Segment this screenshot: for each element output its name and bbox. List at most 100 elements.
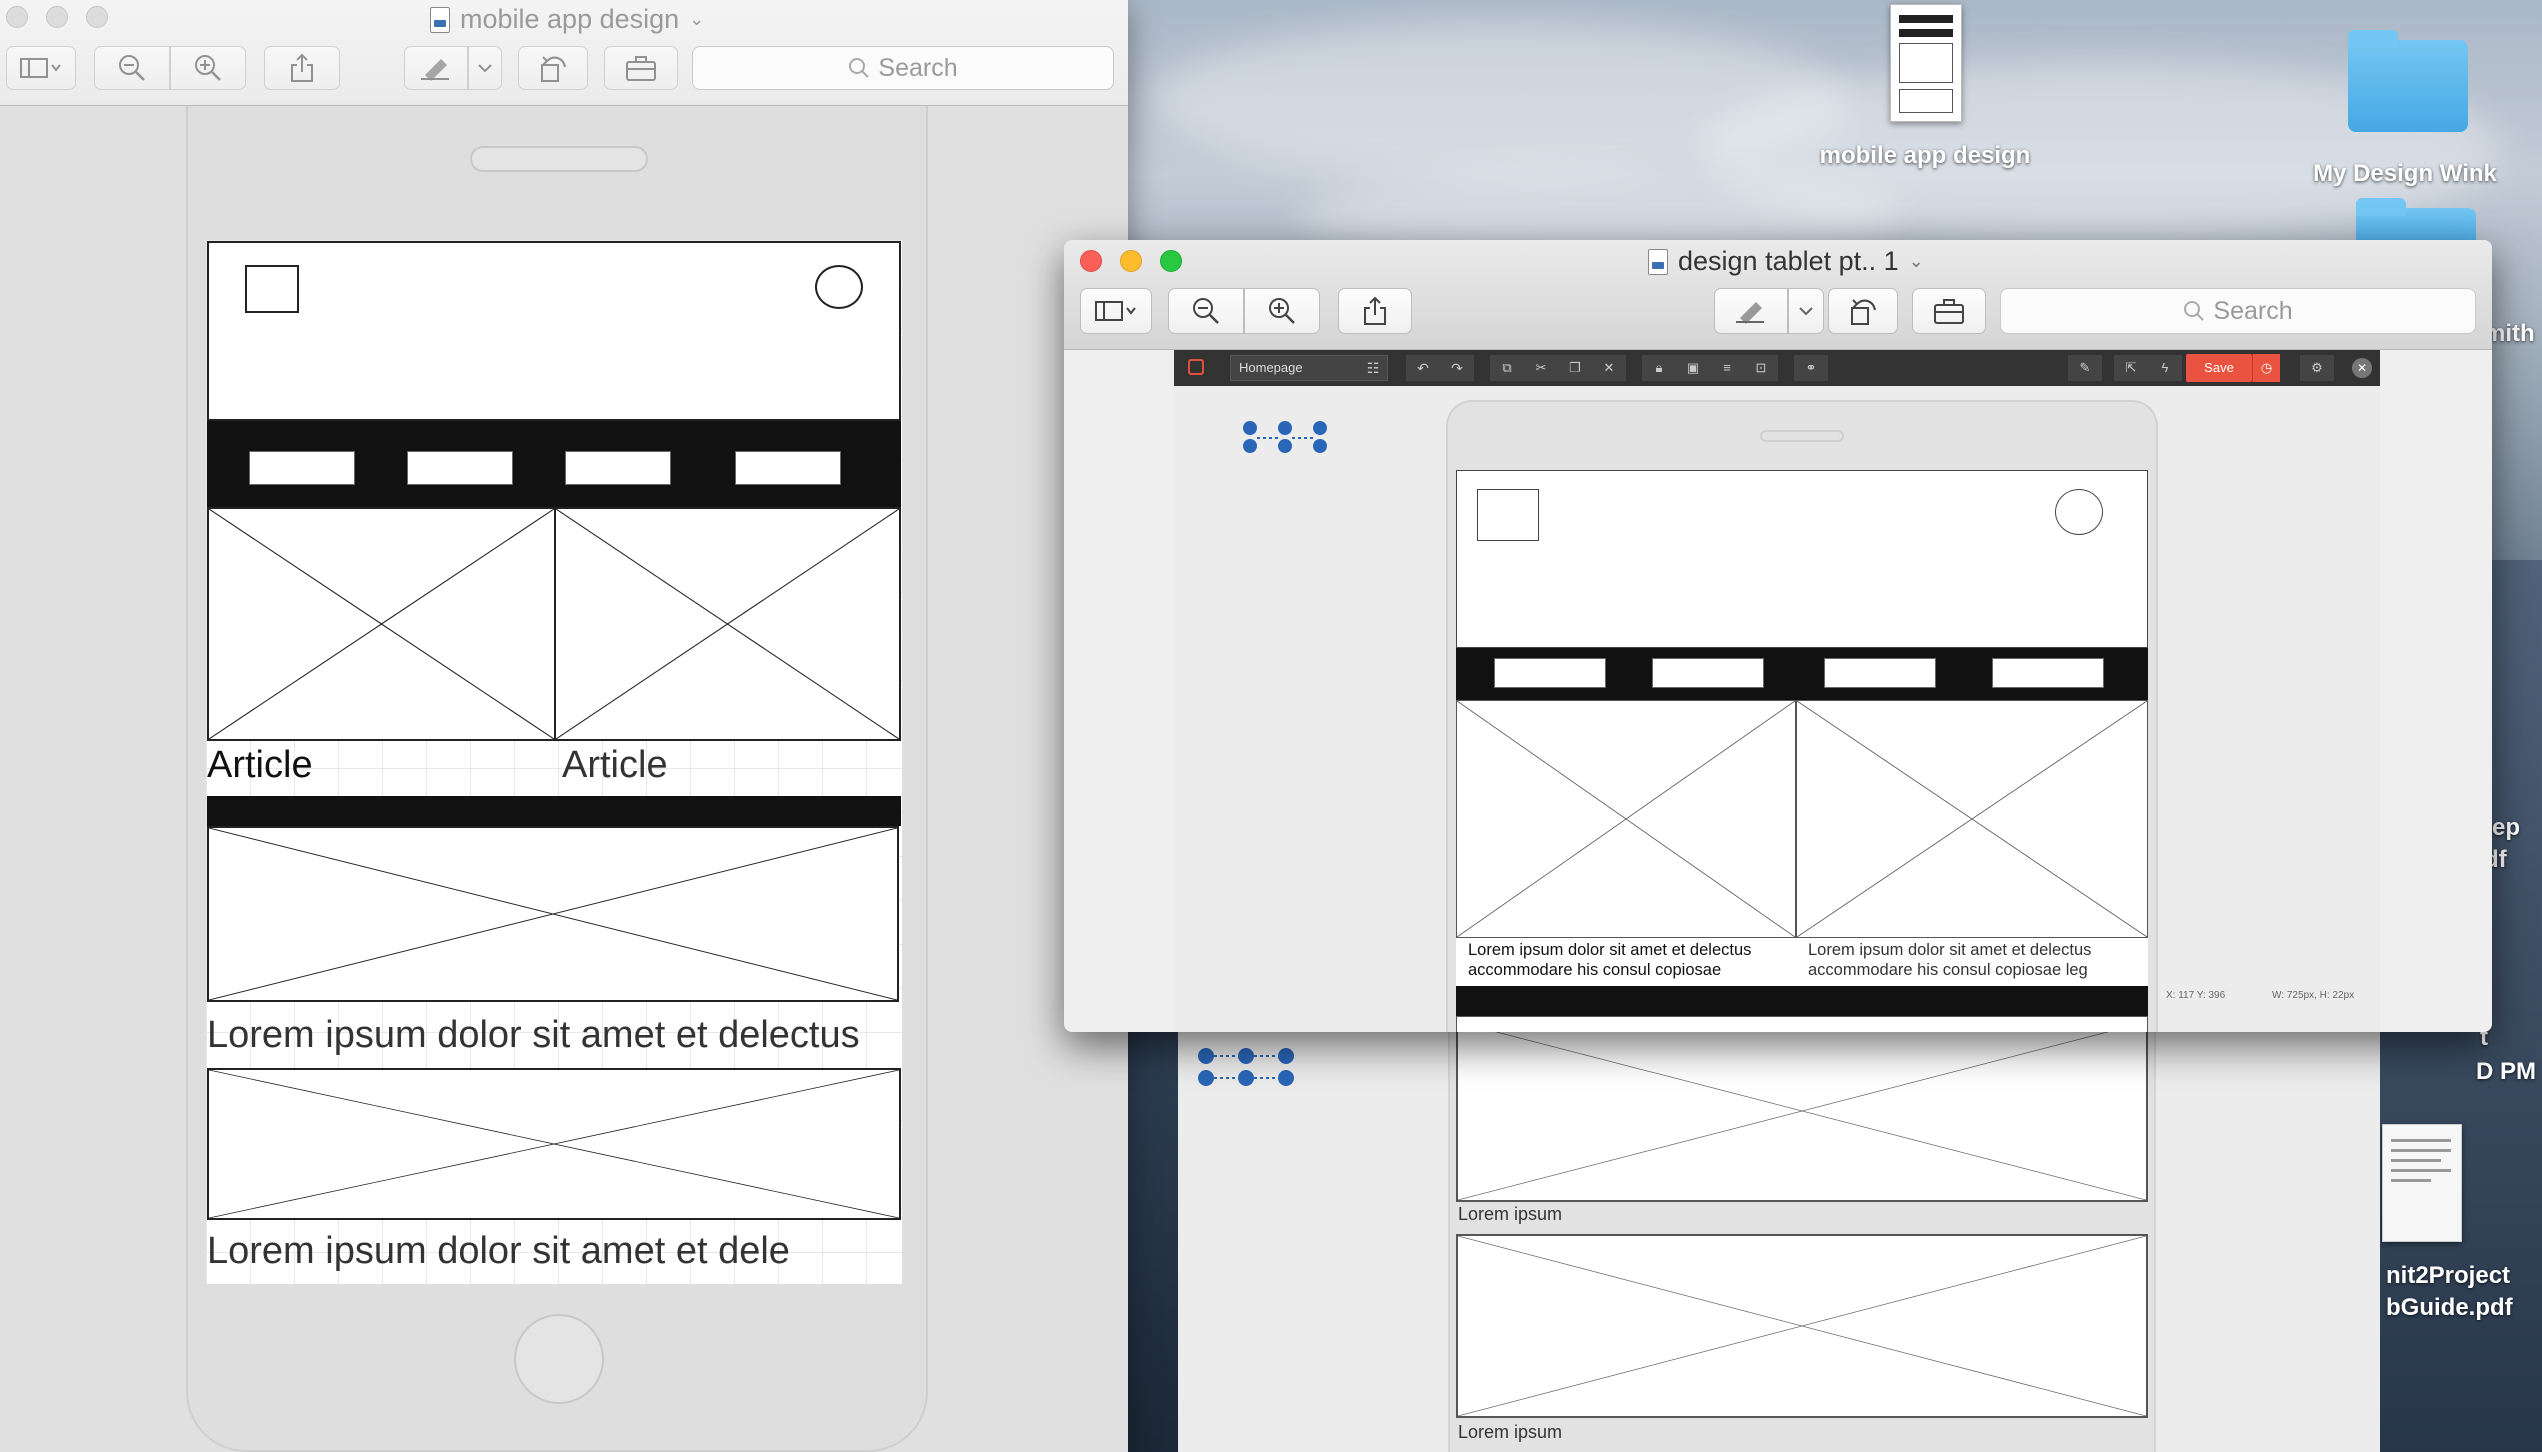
page-selector-label: Homepage	[1239, 360, 1303, 375]
desktop-icon-label[interactable]: df	[2484, 846, 2542, 874]
cut-icon[interactable]: ✂	[1524, 355, 1558, 381]
desktop-icon-label[interactable]: bGuide.pdf	[2386, 1294, 2542, 1322]
coordinates-readout: X: 117 Y: 396	[2166, 990, 2226, 1001]
rotate-icon	[541, 56, 566, 82]
image-placeholder	[207, 1068, 901, 1220]
save-button-label: Save	[2204, 360, 2234, 375]
minimize-button[interactable]	[46, 6, 68, 28]
delete-icon[interactable]: ✕	[1592, 355, 1626, 381]
align-icon[interactable]: ≡	[1710, 355, 1744, 381]
toolbox-button[interactable]	[604, 46, 678, 90]
link-icon[interactable]: ⚭	[1794, 355, 1828, 381]
sitemap-icon[interactable]: ☷	[1360, 355, 1386, 381]
file-thumbnail-icon[interactable]	[1890, 4, 1962, 122]
image-placeholder	[1456, 1234, 2148, 1418]
sidebar-toggle-button[interactable]	[6, 46, 76, 90]
redo-icon[interactable]: ↷	[1440, 355, 1474, 381]
window-title-text: design tablet pt.. 1	[1678, 246, 1899, 276]
document-icon	[1648, 248, 1668, 275]
share-button[interactable]	[264, 46, 340, 90]
zoom-out-button[interactable]	[1168, 288, 1244, 334]
divider-bar	[1456, 986, 2148, 1016]
sidebar-toggle-button[interactable]	[1080, 288, 1152, 334]
desktop-icon-label[interactable]: My Design Wink	[2290, 160, 2520, 188]
zoom-in-button[interactable]	[170, 46, 246, 90]
image-placeholder	[1456, 1016, 2148, 1032]
nav-button[interactable]	[1652, 658, 1764, 688]
tablet-camera	[1760, 430, 1844, 442]
comment-icon[interactable]: ✎	[2068, 355, 2102, 381]
search-placeholder: Search	[2213, 296, 2293, 325]
desktop-icon-label[interactable]: mith	[2484, 320, 2542, 348]
zoom-in-button[interactable]	[1244, 288, 1320, 334]
zoom-button[interactable]	[86, 6, 108, 28]
chevron-down-icon[interactable]: ⌄	[689, 9, 704, 30]
settings-icon[interactable]: ⚙	[2300, 355, 2334, 381]
desktop-icon-label[interactable]: tep	[2484, 814, 2542, 842]
duplicate-icon[interactable]: ⧉	[1490, 355, 1524, 381]
close-button[interactable]	[1080, 250, 1102, 272]
zoom-out-button[interactable]	[94, 46, 170, 90]
chevron-down-icon[interactable]: ⌄	[1909, 251, 1924, 272]
image-placeholder	[207, 507, 556, 741]
preview-window-tablet[interactable]: design tablet pt.. 1 ⌄ Search Homepage ☷…	[1064, 240, 2492, 1032]
close-icon[interactable]: ✕	[2352, 358, 2372, 378]
chevron-down-icon	[1799, 307, 1813, 316]
rotate-button[interactable]	[1828, 288, 1898, 334]
sitemap-icon[interactable]	[1196, 1046, 1296, 1090]
markup-menu-button[interactable]	[1788, 288, 1824, 334]
desktop-icon-label[interactable]: D PM	[2476, 1058, 2542, 1086]
markup-button[interactable]	[404, 46, 468, 90]
folder-icon[interactable]	[2348, 30, 2468, 132]
preview-window-mobile[interactable]: mobile app design ⌄ Search Article Artic…	[0, 0, 1128, 1452]
minimize-button[interactable]	[1120, 250, 1142, 272]
zoom-in-icon	[195, 55, 221, 81]
lock-icon[interactable]: 🔒︎	[1642, 355, 1676, 381]
search-field[interactable]: Search	[692, 46, 1114, 90]
nav-button[interactable]	[565, 451, 671, 485]
window-titlebar[interactable]: mobile app design ⌄ Search	[0, 0, 1128, 106]
window-titlebar[interactable]: design tablet pt.. 1 ⌄ Search	[1064, 240, 2492, 350]
lightning-icon[interactable]: ϟ	[2148, 355, 2182, 381]
pdf-thumbnail-icon[interactable]	[2382, 1124, 2462, 1242]
close-button[interactable]	[6, 6, 28, 28]
share-button[interactable]	[1338, 288, 1412, 334]
markup-button[interactable]	[1714, 288, 1788, 334]
sitemap-icon[interactable]	[1240, 420, 1330, 460]
search-field[interactable]: Search	[2000, 288, 2476, 334]
divider-bar	[207, 796, 901, 826]
rotate-icon	[1851, 299, 1876, 325]
nav-button[interactable]	[1824, 658, 1936, 688]
nav-button[interactable]	[1992, 658, 2104, 688]
document-page: Homepage ☷ ↶ ↷ ⧉ ✂ ❐ ✕ 🔒︎ ▣ ≡ ⊡ ⚭ ✎ ⇱ ϟ …	[1174, 350, 2380, 1032]
nav-button[interactable]	[735, 451, 841, 485]
clock-icon[interactable]: ◷	[2252, 354, 2280, 382]
profile-placeholder	[2055, 489, 2103, 535]
window-title-text: mobile app design	[460, 4, 680, 34]
nav-button[interactable]	[249, 451, 355, 485]
group-icon[interactable]: ⊡	[1744, 355, 1778, 381]
toolbox-button[interactable]	[1912, 288, 1986, 334]
nav-button[interactable]	[407, 451, 513, 485]
desktop-icon-label[interactable]: nit2Project	[2386, 1262, 2542, 1290]
zoom-button[interactable]	[1160, 250, 1182, 272]
external-link-icon[interactable]: ⇱	[2114, 355, 2148, 381]
save-button[interactable]: Save	[2186, 354, 2252, 382]
undo-icon[interactable]: ↶	[1406, 355, 1440, 381]
markup-menu-button[interactable]	[468, 46, 502, 90]
layer-icon[interactable]: ▣	[1676, 355, 1710, 381]
background-document-page: Lorem ipsum Lorem ipsum	[1178, 1020, 2380, 1452]
nav-button[interactable]	[1494, 658, 1606, 688]
app-logo-icon[interactable]	[1188, 359, 1204, 375]
search-placeholder: Search	[878, 53, 958, 82]
lorem-text: Lorem ipsum dolor sit amet et delectus	[207, 1014, 860, 1056]
lorem-text: Lorem ipsum dolor sit amet et dele	[207, 1230, 790, 1272]
lorem-text: Lorem ipsum dolor sit amet et delectus a…	[1468, 941, 1752, 979]
zoom-in-icon	[1269, 298, 1295, 324]
article-heading: Article	[207, 744, 313, 786]
copy-icon[interactable]: ❐	[1558, 355, 1592, 381]
header-block	[1456, 470, 2148, 648]
caption-text: Lorem ipsum	[1458, 1204, 1563, 1224]
rotate-button[interactable]	[518, 46, 588, 90]
desktop-icon-label[interactable]: mobile app design	[1780, 142, 2070, 170]
